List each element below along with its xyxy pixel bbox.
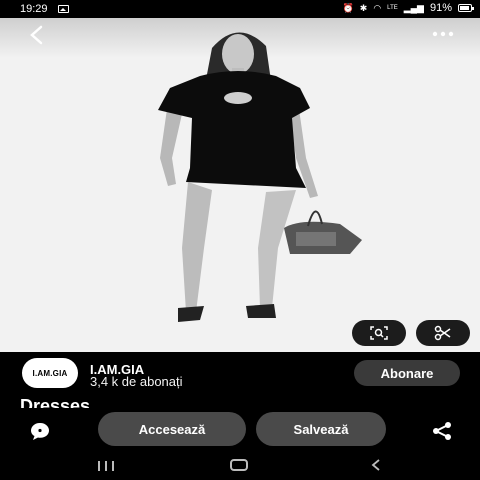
subscribe-button[interactable]: Abonare [354, 360, 460, 386]
network-type-label: LTE [387, 5, 398, 11]
system-navigation-bar [0, 452, 480, 480]
status-time: 19:29 [20, 3, 48, 15]
comment-button[interactable] [28, 420, 52, 442]
recent-apps-icon [98, 461, 100, 471]
scissors-icon [434, 325, 451, 341]
back-button[interactable] [26, 24, 48, 46]
save-button[interactable]: Salvează [256, 412, 386, 446]
bluetooth-icon: ✱ [359, 3, 368, 13]
share-icon [433, 422, 451, 440]
share-button[interactable] [430, 420, 454, 442]
battery-percent: 91% [429, 2, 452, 14]
status-bar: 19:29 ⏰ ✱ ◠ LTE ▂▄▆ 91% [0, 0, 480, 18]
lens-search-icon [370, 326, 388, 340]
gallery-notification-icon [58, 5, 69, 13]
more-horizontal-icon [432, 31, 454, 37]
recent-apps-icon-bar [112, 461, 114, 471]
action-bar: Accesează Salvează [0, 410, 480, 452]
system-back-button[interactable] [368, 457, 384, 473]
comment-icon [31, 423, 49, 440]
status-icons: ⏰ ✱ ◠ LTE ▂▄▆ 91% [342, 2, 474, 14]
visual-search-button[interactable] [352, 320, 406, 346]
more-options-button[interactable] [430, 26, 456, 42]
person-illustration [158, 32, 362, 322]
visit-button[interactable]: Accesează [98, 412, 246, 446]
wifi-icon: ◠ [373, 3, 382, 13]
recent-apps-button[interactable] [96, 460, 116, 472]
chevron-left-icon [30, 25, 43, 45]
pin-image[interactable] [0, 18, 480, 352]
recent-apps-icon-bar [105, 461, 107, 471]
pin-title: Dresses [20, 396, 91, 408]
follower-count: 3,4 k de abonați [90, 374, 183, 389]
battery-icon [458, 4, 474, 12]
alarm-icon: ⏰ [342, 3, 354, 13]
signal-icon: ▂▄▆ [403, 3, 424, 13]
back-arrow-icon [371, 459, 380, 471]
home-button[interactable] [230, 459, 248, 471]
creator-avatar[interactable]: I.AM.GIA [22, 358, 78, 388]
crop-button[interactable] [416, 320, 470, 346]
